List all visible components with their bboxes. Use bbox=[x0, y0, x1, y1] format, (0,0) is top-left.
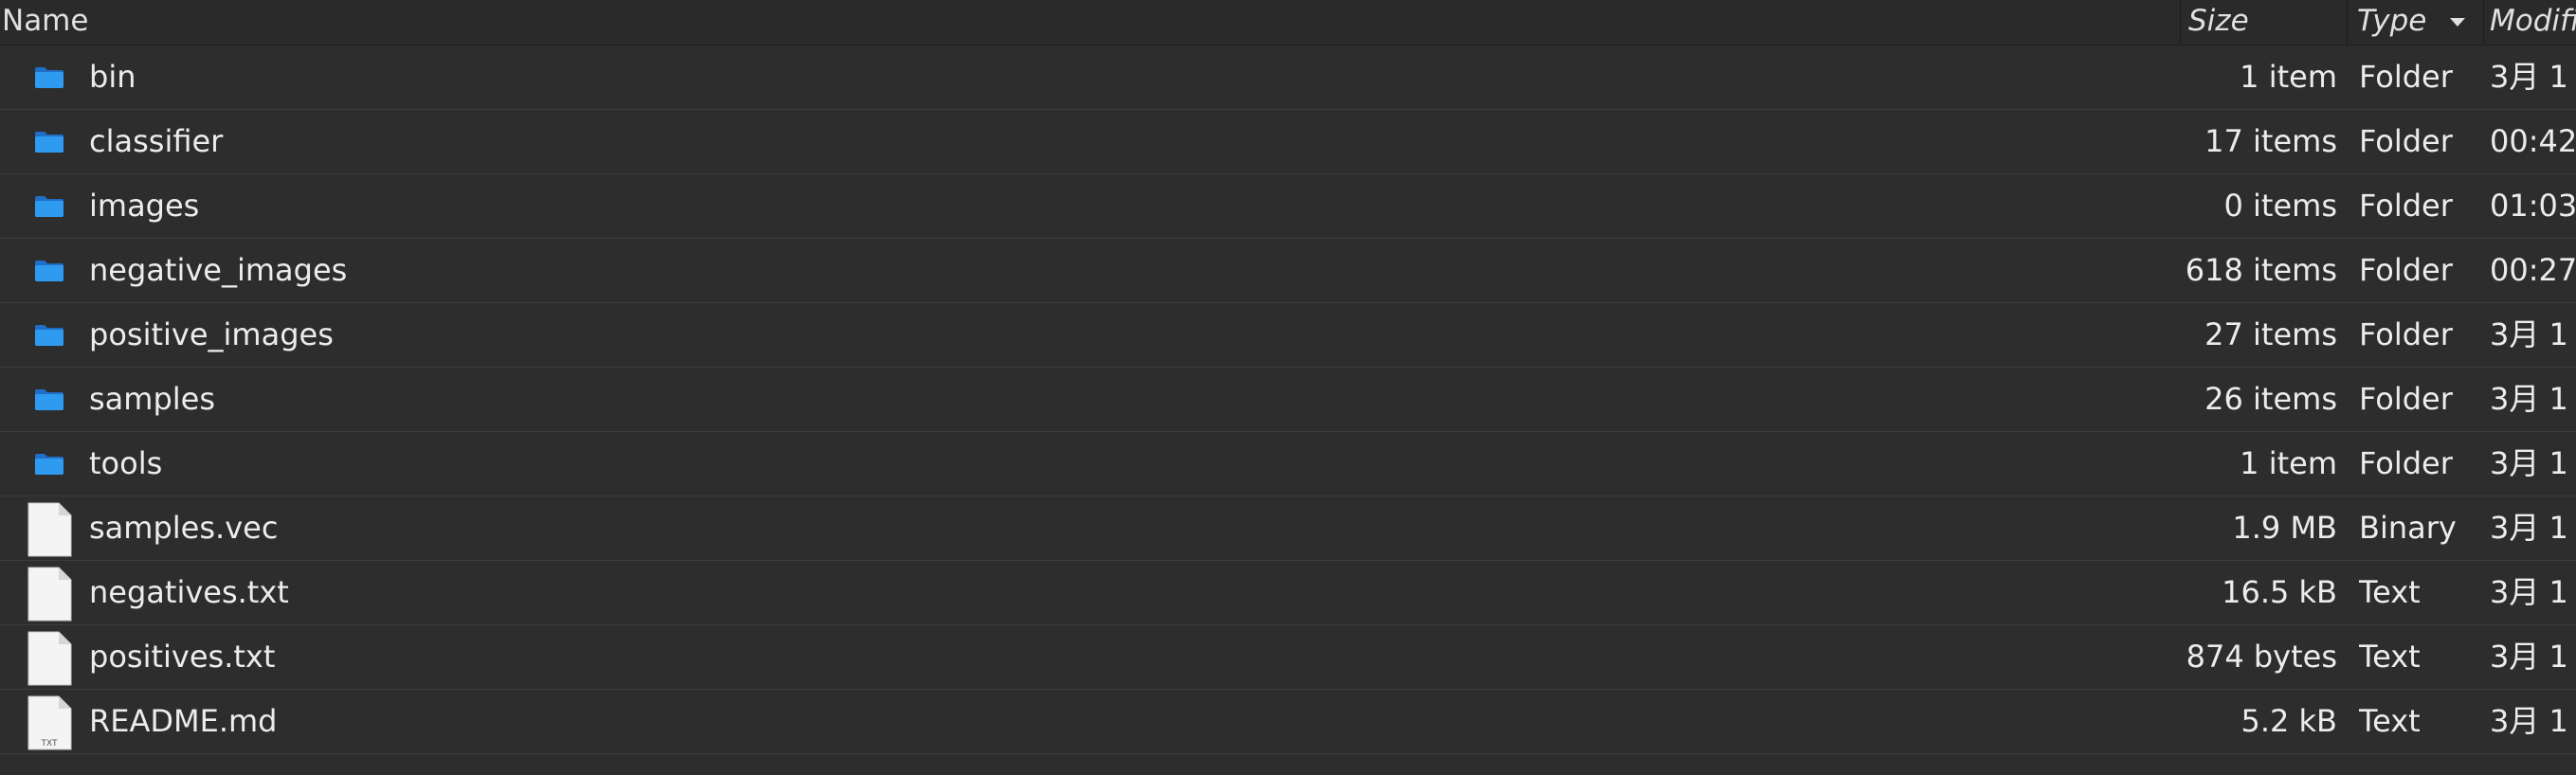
file-size: 0 items bbox=[2223, 188, 2338, 224]
file-size: 1.9 MB bbox=[2232, 510, 2337, 546]
file-type: Folder bbox=[2359, 445, 2453, 481]
file-modified: 3月 1 bbox=[2490, 703, 2568, 739]
file-modified: 00:27 bbox=[2490, 252, 2576, 288]
file-name: positives.txt bbox=[89, 639, 276, 675]
file-size: 16.5 kB bbox=[2222, 574, 2337, 610]
file-modified: 3月 1 bbox=[2490, 574, 2568, 610]
file-icon bbox=[27, 567, 72, 622]
file-name: tools bbox=[89, 445, 163, 481]
file-list-view: Name Size Type Modifi bin 1 item Folder 3月 … bbox=[0, 0, 2576, 775]
column-header-type-label: Type bbox=[2357, 4, 2427, 38]
folder-icon bbox=[35, 389, 63, 410]
file-size: 17 items bbox=[2204, 123, 2337, 159]
file-name: classifier bbox=[89, 123, 224, 159]
file-size: 1 item bbox=[2240, 59, 2337, 95]
column-header-type[interactable]: Type bbox=[2347, 0, 2483, 45]
column-header: Name Size Type Modifi bbox=[0, 0, 2576, 45]
file-modified: 3月 1 bbox=[2490, 316, 2568, 352]
file-modified: 3月 1 bbox=[2490, 445, 2568, 481]
file-size: 5.2 kB bbox=[2240, 703, 2337, 739]
file-row[interactable]: TXT README.md 5.2 kB Text 3月 1 bbox=[0, 690, 2576, 754]
file-modified: 01:03 bbox=[2490, 188, 2576, 224]
file-row[interactable]: positives.txt 874 bytes Text 3月 1 bbox=[0, 625, 2576, 690]
file-size: 1 item bbox=[2240, 445, 2337, 481]
file-size: 27 items bbox=[2204, 316, 2337, 352]
file-name: bin bbox=[89, 59, 136, 95]
file-row[interactable]: samples 26 items Folder 3月 1 bbox=[0, 368, 2576, 432]
file-name: samples.vec bbox=[89, 510, 279, 546]
folder-icon bbox=[35, 196, 63, 217]
file-row[interactable]: bin 1 item Folder 3月 1 bbox=[0, 45, 2576, 110]
file-rows: bin 1 item Folder 3月 1 classifier 17 items Fol… bbox=[0, 45, 2576, 754]
file-type: Folder bbox=[2359, 316, 2453, 352]
file-type: Folder bbox=[2359, 59, 2453, 95]
column-header-modified[interactable]: Modifi bbox=[2483, 0, 2576, 45]
folder-icon bbox=[35, 261, 63, 281]
file-name: samples bbox=[89, 381, 216, 417]
file-name: README.md bbox=[89, 703, 278, 739]
file-type: Folder bbox=[2359, 188, 2453, 224]
file-row[interactable]: positive_images 27 items Folder 3月 1 bbox=[0, 303, 2576, 368]
file-name: positive_images bbox=[89, 316, 334, 352]
column-header-size[interactable]: Size bbox=[2180, 0, 2347, 45]
file-name: images bbox=[89, 188, 200, 224]
file-type: Binary bbox=[2359, 510, 2457, 546]
file-modified: 00:42 bbox=[2490, 123, 2576, 159]
file-row[interactable]: tools 1 item Folder 3月 1 bbox=[0, 432, 2576, 496]
file-modified: 3月 1 bbox=[2490, 639, 2568, 675]
folder-icon bbox=[35, 67, 63, 88]
column-header-name[interactable]: Name bbox=[0, 0, 2180, 45]
file-icon bbox=[27, 502, 72, 557]
file-type: Text bbox=[2359, 639, 2421, 675]
file-size: 874 bytes bbox=[2186, 639, 2337, 675]
sort-descending-icon bbox=[2450, 18, 2465, 27]
file-modified: 3月 1 bbox=[2490, 510, 2568, 546]
file-row[interactable]: negatives.txt 16.5 kB Text 3月 1 bbox=[0, 561, 2576, 625]
text-file-icon: TXT bbox=[27, 695, 72, 750]
file-modified: 3月 1 bbox=[2490, 381, 2568, 417]
file-type: Folder bbox=[2359, 381, 2453, 417]
file-type: Folder bbox=[2359, 123, 2453, 159]
file-row[interactable]: samples.vec 1.9 MB Binary 3月 1 bbox=[0, 496, 2576, 561]
file-size: 618 items bbox=[2185, 252, 2337, 288]
file-type: Text bbox=[2359, 574, 2421, 610]
file-type: Folder bbox=[2359, 252, 2453, 288]
folder-icon bbox=[35, 132, 63, 153]
folder-icon bbox=[35, 454, 63, 475]
file-row[interactable]: negative_images 618 items Folder 00:27 bbox=[0, 239, 2576, 303]
text-file-icon-label: TXT bbox=[40, 739, 58, 748]
file-name: negatives.txt bbox=[89, 574, 289, 610]
file-icon bbox=[27, 631, 72, 686]
file-row[interactable]: classifier 17 items Folder 00:42 bbox=[0, 110, 2576, 174]
folder-icon bbox=[35, 325, 63, 346]
file-modified: 3月 1 bbox=[2490, 59, 2568, 95]
file-row[interactable]: images 0 items Folder 01:03 bbox=[0, 174, 2576, 239]
file-type: Text bbox=[2359, 703, 2421, 739]
file-name: negative_images bbox=[89, 252, 348, 288]
file-size: 26 items bbox=[2204, 381, 2337, 417]
